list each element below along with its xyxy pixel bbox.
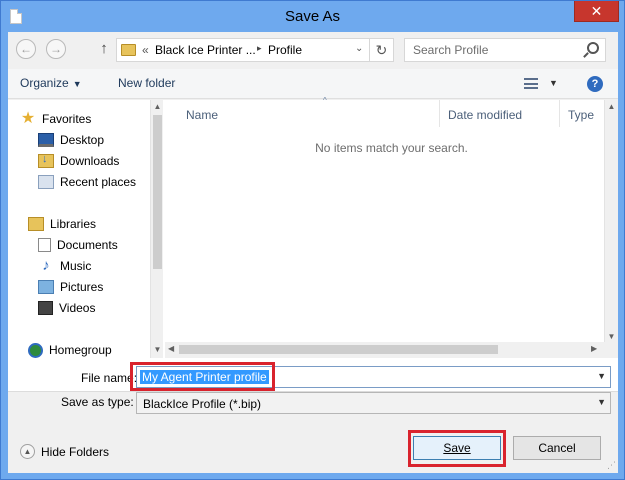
close-button[interactable]: ✕ bbox=[574, 1, 619, 22]
save-as-type-select[interactable]: BlackIce Profile (*.bip) ▼ bbox=[136, 392, 611, 414]
nav-item-label: Desktop bbox=[60, 133, 105, 147]
sort-caret-icon: ^ bbox=[323, 96, 327, 105]
caret-down-icon: ▼ bbox=[72, 79, 82, 89]
file-name-label: File name: bbox=[81, 371, 138, 385]
nav-item-label: Libraries bbox=[50, 217, 97, 231]
hide-folders-toggle[interactable]: ▲ Hide Folders bbox=[20, 444, 109, 459]
organize-label: Organize bbox=[20, 76, 69, 90]
scroll-down-icon[interactable]: ▼ bbox=[607, 332, 616, 341]
organize-menu[interactable]: Organize ▼ bbox=[20, 76, 82, 90]
address-bar[interactable]: « Black Ice Printer ... ▸ Profile ⌄ ↻ bbox=[116, 38, 394, 62]
help-icon[interactable]: ? bbox=[587, 76, 603, 92]
save-button-highlight bbox=[408, 430, 506, 467]
folder-icon bbox=[121, 44, 136, 56]
column-label: Name bbox=[186, 108, 219, 122]
navigation-pane[interactable]: ★ Favorites Desktop Downloads Recent pla… bbox=[8, 100, 163, 358]
breadcrumb-item[interactable]: Black Ice Printer ... bbox=[155, 43, 256, 57]
downloads-icon bbox=[38, 153, 54, 168]
nav-item-music[interactable]: ♪ Music bbox=[38, 256, 91, 276]
nav-item-label: Downloads bbox=[60, 154, 120, 168]
back-button[interactable]: ← bbox=[16, 39, 36, 59]
horizontal-scrollbar[interactable]: ◀ ▶ bbox=[165, 342, 618, 358]
search-icon[interactable] bbox=[587, 42, 599, 54]
search-input[interactable]: Search Profile bbox=[404, 38, 606, 62]
breadcrumb-item[interactable]: Profile bbox=[268, 43, 302, 57]
scroll-down-icon[interactable]: ▼ bbox=[153, 345, 162, 354]
documents-icon bbox=[38, 238, 51, 252]
nav-item-homegroup[interactable]: Homegroup bbox=[28, 340, 112, 358]
horizontal-scroll-thumb[interactable] bbox=[179, 345, 498, 354]
column-header-date-modified[interactable]: Date modified bbox=[440, 100, 560, 127]
resize-grip-icon[interactable]: ⋰ bbox=[607, 460, 616, 471]
command-bar: Organize ▼ New folder ▼ ? bbox=[8, 69, 618, 99]
videos-icon bbox=[38, 301, 53, 315]
nav-item-documents[interactable]: Documents bbox=[38, 235, 118, 255]
scroll-up-icon[interactable]: ▲ bbox=[607, 102, 616, 111]
nav-item-label: Documents bbox=[57, 238, 118, 252]
nav-item-libraries[interactable]: Libraries bbox=[28, 214, 96, 234]
hide-folders-label: Hide Folders bbox=[41, 444, 110, 459]
dialog-title: Save As bbox=[284, 8, 341, 25]
nav-item-label: Music bbox=[60, 259, 92, 273]
title-bar[interactable]: Save As ✕ bbox=[1, 1, 624, 32]
browser-area: ★ Favorites Desktop Downloads Recent pla… bbox=[8, 96, 618, 392]
new-folder-button[interactable]: New folder bbox=[118, 76, 175, 90]
breadcrumb-separator-icon[interactable]: ▸ bbox=[257, 43, 262, 54]
nav-item-label: Favorites bbox=[42, 112, 92, 126]
save-as-type-value: BlackIce Profile (*.bip) bbox=[143, 397, 262, 411]
vertical-scrollbar[interactable]: ▲ ▼ bbox=[604, 100, 618, 345]
star-icon: ★ bbox=[20, 110, 36, 127]
desktop-icon bbox=[38, 133, 54, 147]
up-button[interactable]: ↑ bbox=[96, 39, 112, 59]
recent-places-icon bbox=[38, 175, 54, 189]
pictures-icon bbox=[38, 280, 54, 294]
cancel-button[interactable]: Cancel bbox=[513, 436, 601, 460]
refresh-button[interactable]: ↻ bbox=[369, 39, 393, 61]
nav-item-desktop[interactable]: Desktop bbox=[38, 130, 104, 150]
scroll-up-icon[interactable]: ▲ bbox=[153, 102, 162, 111]
nav-item-label: Recent places bbox=[60, 175, 137, 189]
file-name-highlight bbox=[130, 362, 275, 391]
nav-item-favorites[interactable]: ★ Favorites bbox=[20, 109, 92, 129]
save-as-type-label: Save as type: bbox=[61, 395, 134, 409]
search-placeholder: Search Profile bbox=[413, 43, 489, 57]
empty-message: No items match your search. bbox=[315, 141, 468, 155]
file-name-dropdown-icon[interactable]: ▼ bbox=[597, 371, 606, 381]
save-as-dialog: Save As ✕ ← → ↑ « Black Ice Printer ... … bbox=[0, 0, 625, 480]
homegroup-icon bbox=[28, 342, 43, 358]
dialog-content: ← → ↑ « Black Ice Printer ... ▸ Profile … bbox=[8, 32, 618, 473]
nav-item-label: Videos bbox=[59, 301, 96, 315]
music-icon: ♪ bbox=[42, 257, 50, 274]
nav-item-recent-places[interactable]: Recent places bbox=[38, 172, 136, 192]
nav-item-pictures[interactable]: Pictures bbox=[38, 277, 103, 297]
chevron-up-icon: ▲ bbox=[20, 444, 35, 459]
scroll-right-icon[interactable]: ▶ bbox=[591, 344, 597, 353]
libraries-icon bbox=[28, 217, 44, 231]
nav-scroll-thumb[interactable] bbox=[153, 115, 162, 269]
address-dropdown-icon[interactable]: ⌄ bbox=[355, 43, 363, 54]
save-as-type-dropdown-icon[interactable]: ▼ bbox=[597, 397, 606, 407]
nav-item-label: Pictures bbox=[60, 280, 104, 294]
nav-item-videos[interactable]: Videos bbox=[38, 298, 95, 318]
overflow-chevron-icon[interactable]: « bbox=[142, 43, 149, 57]
nav-item-label: Homegroup bbox=[49, 343, 112, 357]
scroll-left-icon[interactable]: ◀ bbox=[168, 344, 174, 353]
file-list[interactable]: Name ^ Date modified Type No items match… bbox=[165, 96, 618, 358]
view-options-icon[interactable] bbox=[524, 78, 538, 89]
forward-button[interactable]: → bbox=[46, 39, 66, 59]
view-caret-icon[interactable]: ▼ bbox=[549, 78, 558, 88]
nav-scrollbar[interactable]: ▲ ▼ bbox=[150, 100, 163, 358]
nav-item-downloads[interactable]: Downloads bbox=[38, 151, 119, 171]
column-header-name[interactable]: Name ^ bbox=[178, 96, 440, 127]
